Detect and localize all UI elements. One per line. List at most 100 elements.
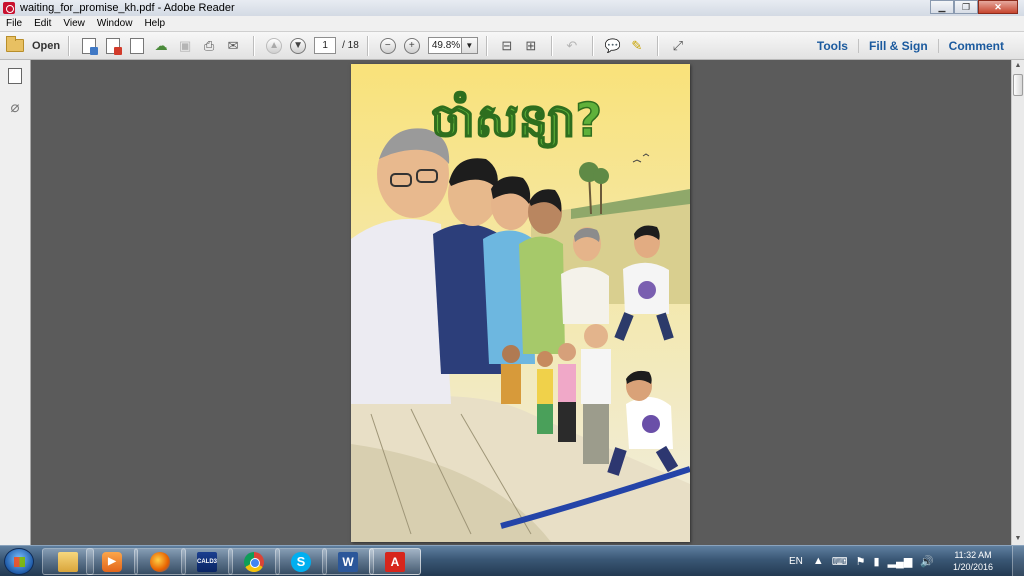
plus-icon: + bbox=[403, 37, 420, 54]
show-desktop-button[interactable] bbox=[1012, 546, 1024, 576]
language-indicator[interactable]: EN bbox=[789, 556, 803, 567]
window-title-bar: waiting_for_promise_kh.pdf - Adobe Reade… bbox=[0, 0, 1024, 16]
restore-button[interactable]: ❐ bbox=[954, 0, 978, 14]
zoom-out-button[interactable]: − bbox=[379, 37, 397, 55]
adobe-reader-icon: A bbox=[385, 551, 405, 572]
page-total: / 18 bbox=[342, 40, 359, 51]
toolbar-divider bbox=[253, 35, 255, 56]
export-pdf-button[interactable] bbox=[104, 37, 123, 55]
power-icon[interactable]: ▮ bbox=[874, 555, 880, 568]
rotate-button[interactable]: ↶ bbox=[563, 37, 581, 55]
toolbar-right-links: Tools Fill & Sign Comment bbox=[807, 32, 1014, 59]
close-button[interactable]: ✕ bbox=[978, 0, 1018, 14]
minus-icon: − bbox=[379, 37, 396, 54]
page-thumbnails-icon[interactable] bbox=[5, 68, 22, 86]
taskbar-word[interactable]: W bbox=[322, 548, 374, 575]
fit-page-button[interactable]: ⊞ bbox=[522, 37, 540, 55]
arrow-down-icon: ▼ bbox=[290, 37, 307, 54]
chrome-icon bbox=[244, 551, 264, 572]
cald3-icon: CALD3 bbox=[197, 551, 217, 572]
folder-icon bbox=[58, 551, 78, 572]
arrow-up-icon: ▲ bbox=[266, 37, 283, 54]
start-button[interactable] bbox=[4, 548, 34, 575]
zoom-in-button[interactable]: + bbox=[403, 37, 421, 55]
scroll-up-arrow-icon[interactable]: ▲ bbox=[1012, 60, 1024, 72]
expand-icon: ⤢ bbox=[672, 37, 684, 53]
navigation-pane: ⌀ bbox=[0, 60, 31, 545]
envelope-icon: ✉ bbox=[227, 37, 239, 53]
edit-pdf-icon bbox=[130, 37, 145, 54]
toolbar-divider bbox=[591, 35, 593, 56]
scrollbar-thumb[interactable] bbox=[1013, 74, 1023, 96]
attachments-icon[interactable]: ⌀ bbox=[8, 100, 22, 116]
scroll-down-arrow-icon[interactable]: ▼ bbox=[1012, 533, 1024, 545]
highlight-button[interactable]: ✎ bbox=[628, 37, 646, 55]
tools-link[interactable]: Tools bbox=[807, 39, 858, 53]
zoom-selector[interactable]: 49.8% ▼ bbox=[427, 37, 478, 54]
save-button[interactable]: ▣ bbox=[176, 37, 194, 55]
action-center-flag-icon[interactable]: ⚑ bbox=[856, 555, 866, 568]
taskbar-skype[interactable]: S bbox=[275, 548, 327, 575]
clock-time: 11:32 AM bbox=[954, 550, 992, 560]
folder-icon bbox=[6, 36, 24, 52]
media-player-icon: ▶ bbox=[102, 551, 122, 572]
show-hidden-icons-icon[interactable]: ▲ bbox=[813, 555, 824, 567]
windows-taskbar: ▶ CALD3 S W A EN ▲ ⌨ ⚑ ▮ ▂▄▆ 🔊 11:32 AM … bbox=[0, 545, 1024, 576]
toolbar-divider bbox=[68, 35, 70, 56]
adobe-reader-icon bbox=[3, 2, 15, 14]
full-screen-button[interactable]: ⤢ bbox=[669, 37, 687, 55]
create-pdf-icon bbox=[82, 37, 99, 55]
create-pdf-button[interactable] bbox=[80, 37, 99, 55]
volume-icon[interactable]: 🔊 bbox=[920, 555, 934, 568]
open-button[interactable]: Open bbox=[6, 36, 61, 52]
email-button[interactable]: ✉ bbox=[224, 37, 242, 55]
vertical-scrollbar[interactable]: ▲ ▼ bbox=[1011, 60, 1024, 545]
network-signal-icon[interactable]: ▂▄▆ bbox=[888, 555, 913, 568]
taskbar-cald3[interactable]: CALD3 bbox=[181, 548, 233, 575]
pdf-page: ចាំសន្យា? bbox=[351, 64, 690, 542]
upload-cloud-button[interactable]: ☁ bbox=[152, 37, 170, 55]
edit-pdf-button[interactable] bbox=[128, 37, 146, 55]
skype-icon: S bbox=[291, 551, 311, 572]
word-icon: W bbox=[338, 551, 358, 572]
toolbar-divider bbox=[550, 35, 552, 56]
taskbar-chrome[interactable] bbox=[228, 548, 280, 575]
system-tray: EN ▲ ⌨ ⚑ ▮ ▂▄▆ 🔊 11:32 AM 1/20/2016 bbox=[789, 546, 1024, 576]
zoom-input[interactable]: 49.8% bbox=[427, 37, 462, 54]
toolbar-divider bbox=[656, 35, 658, 56]
menu-bar: File Edit View Window Help bbox=[0, 16, 1024, 31]
previous-page-button[interactable]: ▲ bbox=[265, 37, 283, 55]
open-label: Open bbox=[32, 39, 61, 52]
taskbar-media-player[interactable]: ▶ bbox=[86, 548, 138, 575]
taskbar-firefox[interactable] bbox=[134, 548, 186, 575]
comic-cover-illustration: ចាំសន្យា? bbox=[351, 64, 690, 542]
toolbar-divider bbox=[485, 35, 487, 56]
rotate-icon: ↶ bbox=[566, 37, 578, 53]
menu-view[interactable]: View bbox=[57, 18, 91, 29]
window-title: waiting_for_promise_kh.pdf - Adobe Reade… bbox=[20, 2, 235, 14]
next-page-button[interactable]: ▼ bbox=[289, 37, 307, 55]
menu-help[interactable]: Help bbox=[138, 18, 171, 29]
menu-file[interactable]: File bbox=[0, 18, 28, 29]
clock[interactable]: 11:32 AM 1/20/2016 bbox=[942, 549, 1004, 573]
keyboard-icon[interactable]: ⌨ bbox=[832, 555, 848, 568]
comment-link[interactable]: Comment bbox=[937, 38, 1014, 53]
toolbar-divider bbox=[366, 35, 368, 56]
page-number-input[interactable]: 1 bbox=[314, 37, 337, 54]
sticky-note-button[interactable]: 💬 bbox=[604, 37, 622, 55]
firefox-icon bbox=[150, 551, 170, 572]
fill-sign-link[interactable]: Fill & Sign bbox=[857, 38, 938, 53]
highlighter-icon: ✎ bbox=[631, 37, 643, 53]
document-viewport[interactable]: ចាំសន្យា? bbox=[31, 60, 1011, 545]
save-icon: ▣ bbox=[178, 37, 192, 53]
cloud-upload-icon: ☁ bbox=[154, 37, 168, 53]
printer-icon: ⎙ bbox=[203, 37, 215, 53]
menu-edit[interactable]: Edit bbox=[28, 18, 57, 29]
minimize-button[interactable]: ▁ bbox=[930, 0, 954, 14]
main-toolbar: Open ☁ ▣ ⎙ ✉ ▲ ▼ 1 / 18 − + 49.8% ▼ ⊟ ⊞ … bbox=[0, 31, 1024, 60]
chevron-down-icon[interactable]: ▼ bbox=[461, 37, 478, 54]
fit-width-button[interactable]: ⊟ bbox=[498, 37, 516, 55]
taskbar-adobe-reader[interactable]: A bbox=[369, 548, 421, 575]
menu-window[interactable]: Window bbox=[91, 18, 139, 29]
print-button[interactable]: ⎙ bbox=[200, 37, 218, 55]
